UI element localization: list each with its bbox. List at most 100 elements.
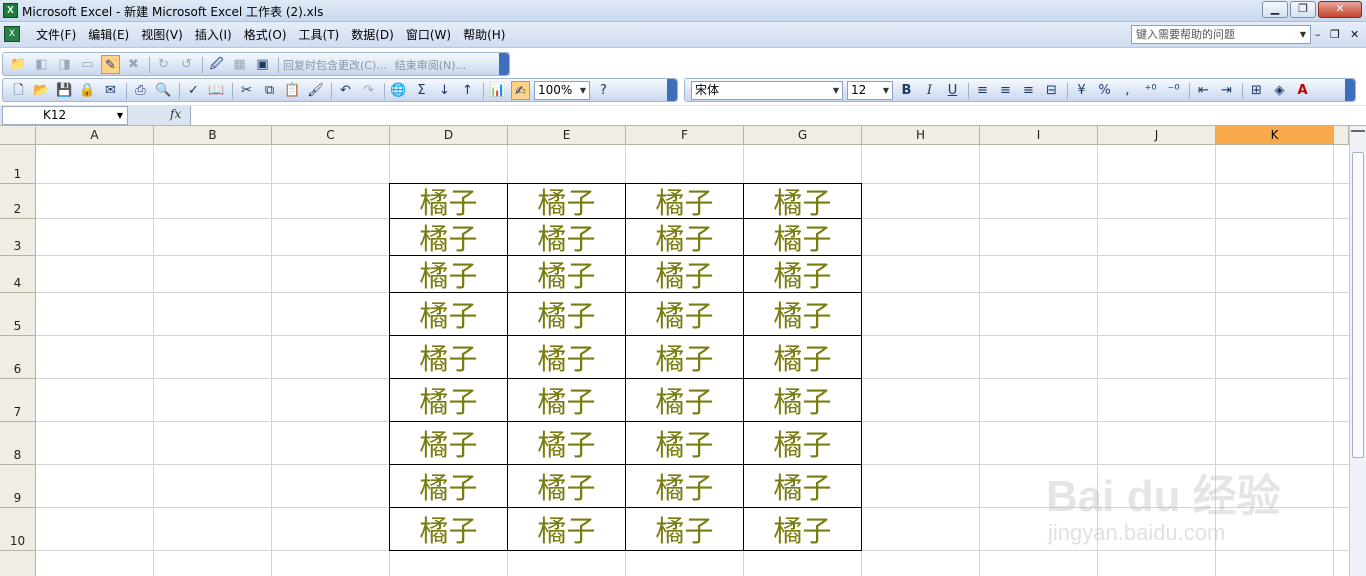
folder-icon[interactable]: 📁 [9, 55, 28, 74]
split-handle-icon[interactable] [1351, 130, 1365, 134]
undo-icon[interactable]: ↶ [336, 81, 355, 100]
decrease-decimal-icon[interactable]: ⁻⁰ [1164, 81, 1183, 100]
chevron-down-icon[interactable]: ▼ [880, 82, 892, 99]
minimize-icon[interactable]: ▁ [1262, 1, 1288, 18]
new-file-icon[interactable]: 🗋 [9, 81, 28, 100]
merge-center-icon[interactable]: ⊟ [1042, 81, 1061, 100]
scrollbar-thumb[interactable] [1352, 152, 1364, 458]
cell-e9[interactable]: 橘子 [507, 464, 626, 508]
toolbar-options-icon[interactable] [1345, 79, 1355, 101]
cell-d4[interactable]: 橘子 [389, 255, 508, 293]
workbook-icon[interactable]: X [4, 26, 20, 42]
save-icon[interactable]: 💾 [55, 81, 74, 100]
select-all-corner[interactable] [0, 126, 36, 145]
vertical-scrollbar[interactable] [1349, 126, 1366, 576]
name-box[interactable]: K12 ▼ [2, 106, 128, 125]
sort-ascending-icon[interactable]: ↓ [435, 81, 454, 100]
cell-e3[interactable]: 橘子 [507, 218, 626, 256]
font-size-select[interactable]: 12 ▼ [847, 81, 893, 100]
row-header-4[interactable]: 4 [0, 256, 36, 293]
spelling-icon[interactable]: ✓ [184, 81, 203, 100]
worksheet-grid[interactable]: A B C D E F G H I J K 1 2 3 4 5 6 7 8 9 10 橘子 橘子 橘子 橘子 橘子 橘子 橘子 橘子 橘子… [0, 126, 1349, 576]
align-center-icon[interactable]: ≡ [996, 81, 1015, 100]
cell-e6[interactable]: 橘子 [507, 335, 626, 379]
menu-data[interactable]: 数据(D) [345, 27, 400, 43]
excel-app-icon[interactable]: X [3, 3, 18, 18]
cell-f5[interactable]: 橘子 [625, 292, 744, 336]
menu-file[interactable]: 文件(F) [30, 27, 82, 43]
decrease-indent-icon[interactable]: ⇤ [1194, 81, 1213, 100]
currency-icon[interactable]: ¥ [1072, 81, 1091, 100]
cell-g7[interactable]: 橘子 [743, 378, 862, 422]
help-search-input[interactable]: 键入需要帮助的问题 ▼ [1131, 25, 1311, 44]
comment-next-icon[interactable]: ◨ [55, 55, 74, 74]
column-header-f[interactable]: F [626, 126, 744, 145]
cell-d9[interactable]: 橘子 [389, 464, 508, 508]
doc-minimize-icon[interactable]: – [1315, 28, 1321, 41]
show-all-comments-icon[interactable]: ✎ [101, 55, 120, 74]
drawing-icon[interactable]: ✍ [511, 81, 530, 100]
cell-d10[interactable]: 橘子 [389, 507, 508, 551]
cell-g4[interactable]: 橘子 [743, 255, 862, 293]
show-comment-icon[interactable]: ▭ [78, 55, 97, 74]
row-header-8[interactable]: 8 [0, 422, 36, 465]
insert-function-icon[interactable]: fx [170, 107, 181, 121]
cell-g9[interactable]: 橘子 [743, 464, 862, 508]
research-icon[interactable]: 📖 [207, 81, 226, 100]
column-header-b[interactable]: B [154, 126, 272, 145]
print-preview-icon[interactable]: 🔍 [154, 81, 173, 100]
track-changes-icon[interactable]: 🖉 [207, 55, 226, 74]
chevron-down-icon[interactable]: ▼ [577, 82, 589, 99]
cell-e7[interactable]: 橘子 [507, 378, 626, 422]
cell-g8[interactable]: 橘子 [743, 421, 862, 465]
toolbar-options-icon[interactable] [667, 79, 677, 101]
cell-d5[interactable]: 橘子 [389, 292, 508, 336]
menu-format[interactable]: 格式(O) [238, 27, 293, 43]
hyperlink-icon[interactable]: 🌐 [389, 81, 408, 100]
cell-f3[interactable]: 橘子 [625, 218, 744, 256]
autosum-icon[interactable]: Σ [412, 81, 431, 100]
send-icon[interactable]: ▣ [253, 55, 272, 74]
doc-close-icon[interactable]: ✕ [1350, 28, 1359, 41]
restore-icon[interactable]: ❐ [1290, 1, 1316, 18]
cell-f9[interactable]: 橘子 [625, 464, 744, 508]
column-header-g[interactable]: G [744, 126, 862, 145]
reject-change-icon[interactable]: ↺ [177, 55, 196, 74]
cell-d8[interactable]: 橘子 [389, 421, 508, 465]
cut-icon[interactable]: ✂ [237, 81, 256, 100]
doc-restore-icon[interactable]: ❐ [1330, 28, 1340, 41]
comment-prev-icon[interactable]: ◧ [32, 55, 51, 74]
column-header-c[interactable]: C [272, 126, 390, 145]
end-review-button[interactable]: 结束审阅(N)... [395, 57, 466, 73]
column-header-e[interactable]: E [508, 126, 626, 145]
cell-f7[interactable]: 橘子 [625, 378, 744, 422]
print-icon[interactable]: ⎙ [131, 81, 150, 100]
bold-button[interactable]: B [897, 81, 916, 100]
formula-input[interactable] [190, 106, 1366, 125]
menu-view[interactable]: 视图(V) [135, 27, 189, 43]
chevron-down-icon[interactable]: ▼ [117, 107, 123, 124]
percent-button[interactable]: % [1095, 81, 1114, 100]
cell-g10[interactable]: 橘子 [743, 507, 862, 551]
column-header-i[interactable]: I [980, 126, 1098, 145]
cell-g2[interactable]: 橘子 [743, 183, 862, 220]
comma-button[interactable]: , [1118, 81, 1137, 100]
cell-e5[interactable]: 橘子 [507, 292, 626, 336]
cell-d3[interactable]: 橘子 [389, 218, 508, 256]
underline-button[interactable]: U [943, 81, 962, 100]
accept-change-icon[interactable]: ↻ [154, 55, 173, 74]
fill-color-icon[interactable]: ◈ [1270, 81, 1289, 100]
delete-comment-icon[interactable]: ✖ [124, 55, 143, 74]
paste-icon[interactable]: 📋 [283, 81, 302, 100]
sort-descending-icon[interactable]: ↑ [458, 81, 477, 100]
redo-icon[interactable]: ↷ [359, 81, 378, 100]
menu-edit[interactable]: 编辑(E) [82, 27, 135, 43]
cell-f8[interactable]: 橘子 [625, 421, 744, 465]
cell-d6[interactable]: 橘子 [389, 335, 508, 379]
menu-tools[interactable]: 工具(T) [293, 27, 346, 43]
cell-d2[interactable]: 橘子 [389, 183, 508, 220]
cell-f10[interactable]: 橘子 [625, 507, 744, 551]
row-header-2[interactable]: 2 [0, 184, 36, 219]
column-header-k[interactable]: K [1216, 126, 1334, 145]
increase-decimal-icon[interactable]: ⁺⁰ [1141, 81, 1160, 100]
